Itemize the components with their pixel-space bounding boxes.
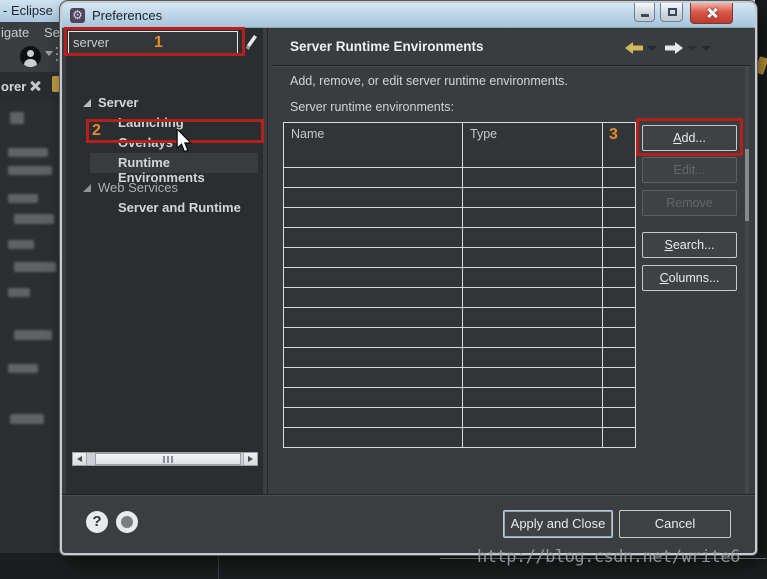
user-avatar-icon[interactable] xyxy=(20,46,41,67)
table-row[interactable] xyxy=(284,428,636,448)
close-icon xyxy=(705,6,719,20)
table-header-row: Name Type xyxy=(284,123,636,168)
panel-scrollbar-thumb[interactable] xyxy=(745,149,749,221)
table-row[interactable] xyxy=(284,368,636,388)
annotation-number-3: 3 xyxy=(609,126,618,144)
ide-right-strip xyxy=(755,0,767,579)
table-row[interactable] xyxy=(284,188,636,208)
table-row[interactable] xyxy=(284,208,636,228)
ide-title: - Eclipse xyxy=(3,3,53,18)
ide-bottom-divider xyxy=(218,556,219,579)
explorer-tab[interactable]: orer xyxy=(1,79,26,94)
tree-item-runtime-environments[interactable]: Runtime Environments xyxy=(62,153,259,173)
watermark: http://blog.csdn.net/write6 xyxy=(477,547,740,567)
scroll-left-button[interactable] xyxy=(73,453,87,465)
runtime-environments-table[interactable]: Name Type xyxy=(283,122,636,448)
tree-item-web-services[interactable]: Web Services xyxy=(62,178,259,198)
apply-and-close-button[interactable]: Apply and Close xyxy=(503,510,613,538)
columns-button[interactable]: Columns... xyxy=(642,265,737,291)
maximize-button[interactable] xyxy=(660,3,683,22)
table-label: Server runtime environments: xyxy=(290,100,454,114)
header-divider xyxy=(272,65,751,66)
view-menu-icon[interactable] xyxy=(701,46,711,51)
tab-close-icon[interactable] xyxy=(30,81,40,91)
expand-icon[interactable] xyxy=(83,184,91,192)
tree-item-server[interactable]: Server xyxy=(62,93,259,113)
table-row[interactable] xyxy=(284,308,636,328)
back-icon[interactable] xyxy=(624,41,644,60)
table-row[interactable] xyxy=(284,328,636,348)
search-button[interactable]: Search... xyxy=(642,232,737,258)
column-header-type[interactable]: Type xyxy=(463,123,603,168)
toolbar-separator xyxy=(56,47,58,65)
close-button[interactable] xyxy=(690,3,733,24)
annotation-number-2: 2 xyxy=(92,122,101,140)
preferences-dialog: ⚙ Preferences Server Launching Overl xyxy=(62,3,755,553)
record-icon[interactable] xyxy=(116,511,138,533)
footer-divider xyxy=(62,494,755,495)
page-title: Server Runtime Environments xyxy=(290,39,484,54)
annotation-number-1: 1 xyxy=(154,34,163,52)
tree-horizontal-scrollbar[interactable] xyxy=(72,452,258,466)
help-icon[interactable]: ? xyxy=(86,511,108,533)
column-header-blank xyxy=(603,123,636,168)
edit-button: Edit... xyxy=(642,157,737,183)
tree-item-server-and-runtime[interactable]: Server and Runtime xyxy=(62,198,259,218)
tab-mini-icon[interactable] xyxy=(52,76,62,92)
clear-filter-icon[interactable] xyxy=(244,33,258,51)
cancel-button[interactable]: Cancel xyxy=(619,510,731,538)
mouse-cursor xyxy=(175,129,193,160)
project-explorer-background xyxy=(0,102,62,553)
expand-icon[interactable] xyxy=(83,99,91,107)
screen: - Eclipse igate Sea orer ⚙ Preferences xyxy=(0,0,767,579)
table-row[interactable] xyxy=(284,388,636,408)
forward-menu-icon[interactable] xyxy=(687,46,697,51)
minimize-icon xyxy=(641,14,649,17)
scrollbar-thumb[interactable] xyxy=(95,453,241,465)
table-row[interactable] xyxy=(284,268,636,288)
scroll-right-button[interactable] xyxy=(243,453,257,465)
preferences-gear-icon: ⚙ xyxy=(70,8,85,23)
table-row[interactable] xyxy=(284,288,636,308)
table-row[interactable] xyxy=(284,408,636,428)
remove-button: Remove xyxy=(642,190,737,216)
minimize-button[interactable] xyxy=(634,3,655,22)
avatar-dropdown-icon[interactable] xyxy=(45,51,53,56)
back-menu-icon[interactable] xyxy=(647,46,657,51)
forward-icon[interactable] xyxy=(664,41,684,60)
column-header-name[interactable]: Name xyxy=(284,123,463,168)
maximize-icon xyxy=(668,8,677,16)
menu-navigate[interactable]: igate xyxy=(1,25,29,40)
dialog-title: Preferences xyxy=(92,8,162,23)
table-row[interactable] xyxy=(284,228,636,248)
panel-scrollbar-track[interactable] xyxy=(745,66,749,494)
table-row[interactable] xyxy=(284,248,636,268)
page-description: Add, remove, or edit server runtime envi… xyxy=(290,74,568,88)
annotation-box-3 xyxy=(636,118,743,156)
dialog-titlebar[interactable]: ⚙ Preferences xyxy=(62,3,755,28)
table-row[interactable] xyxy=(284,168,636,188)
table-row[interactable] xyxy=(284,348,636,368)
